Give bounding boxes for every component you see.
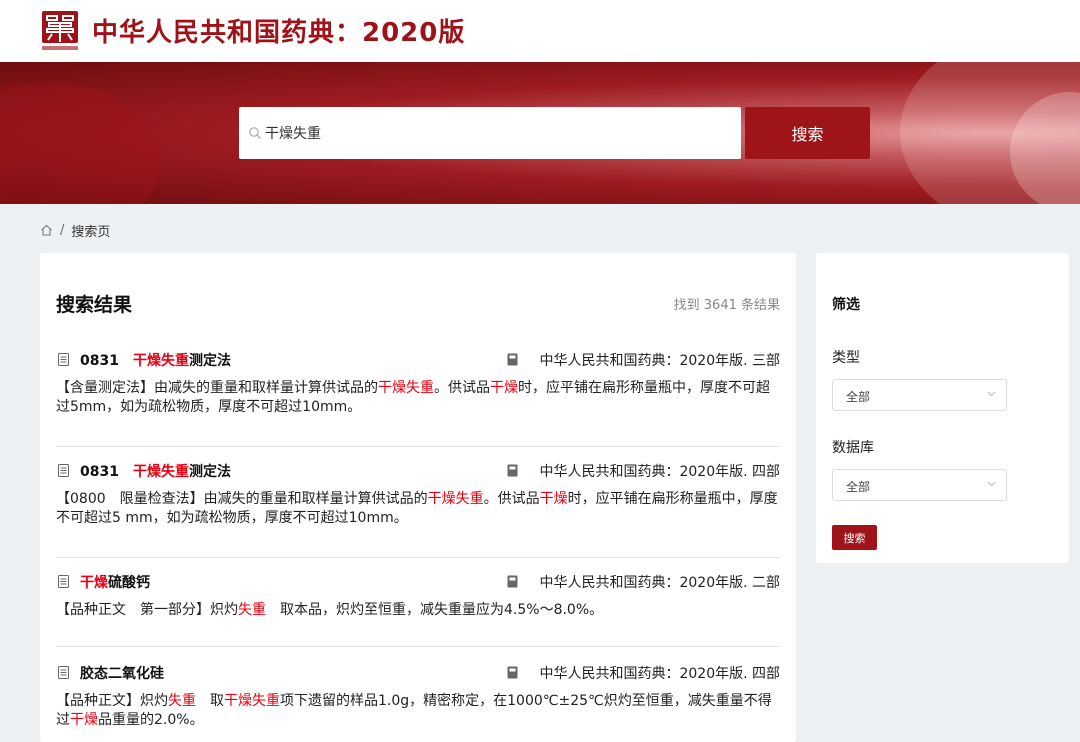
snippet-text: 取 — [196, 693, 224, 709]
snippet-text: 取本品，炽灼至恒重，减失重量应为4.5%～8.0%。 — [266, 602, 604, 618]
result-item-header: 0831 干燥失重测定法 中华人民共和国药典：2020年版. 三部 — [56, 349, 780, 371]
snippet-text: 【0800 限量检查法】由减失的重量和取样量计算供试品的 — [56, 491, 428, 507]
database-select[interactable]: 全部 — [832, 469, 1007, 501]
result-item-snippet: 【0800 限量检查法】由减失的重量和取样量计算供试品的干燥失重。供试品干燥时，… — [56, 490, 782, 528]
site-title: 中华人民共和国药典：2020版 — [92, 18, 466, 48]
result-item[interactable]: 干燥硫酸钙 中华人民共和国药典：2020年版. 二部【品种正文 第一部分】炽灼失重… — [56, 571, 780, 647]
site-header: 中华人民共和国药典：2020版 — [0, 0, 1080, 62]
book-icon — [507, 575, 518, 588]
highlighted-term: 干燥失重 — [427, 491, 484, 507]
result-item-source[interactable]: 中华人民共和国药典：2020年版. 四部 — [539, 461, 780, 481]
search-box — [239, 107, 741, 159]
highlighted-term: 干燥失重 — [132, 464, 189, 480]
breadcrumb: / 搜索页 — [40, 220, 110, 240]
result-item[interactable]: 0831 干燥失重测定法 中华人民共和国药典：2020年版. 三部 【含量测定法】由减… — [56, 349, 780, 447]
pharmacopoeia-seal-logo-icon[interactable] — [40, 10, 80, 52]
filter-panel: 筛选 类型 全部 数据库 全部 搜索 — [816, 253, 1069, 563]
title-text: 0831 — [80, 464, 119, 480]
title-text: 测定法 — [188, 353, 231, 369]
search-banner: 搜索 — [0, 62, 1080, 204]
chevron-down-icon — [987, 481, 996, 487]
result-item-header: 胶态二氧化硅 中华人民共和国药典：2020年版. 四部 — [56, 662, 780, 684]
book-icon — [507, 353, 518, 366]
result-item-snippet: 【含量测定法】由减失的重量和取样量计算供试品的干燥失重。供试品干燥时，应平铺在扁… — [56, 379, 782, 417]
breadcrumb-separator: / — [60, 222, 65, 238]
snippet-text: 【品种正文】炽灼 — [56, 693, 168, 709]
highlighted-term: 干燥 — [539, 491, 568, 507]
highlighted-term: 干燥失重 — [132, 353, 189, 369]
snippet-text: 品重量的2.0%。 — [98, 712, 204, 728]
highlighted-term: 干燥 — [80, 575, 108, 591]
title-text: 0831 — [80, 353, 119, 369]
chevron-down-icon — [987, 391, 996, 397]
result-item[interactable]: 胶态二氧化硅 中华人民共和国药典：2020年版. 四部 【品种正文】炽灼失重 取干燥… — [56, 662, 780, 742]
title-text: 测定法 — [188, 464, 231, 480]
title-text: 硫酸钙 — [108, 575, 150, 591]
snippet-text: 。供试品 — [434, 380, 490, 396]
document-icon — [58, 666, 69, 679]
search-button[interactable]: 搜索 — [745, 107, 870, 159]
highlighted-term: 干燥失重 — [378, 380, 434, 396]
highlighted-term: 失重 — [168, 693, 196, 709]
result-item-title[interactable]: 0831 干燥失重测定法 — [80, 350, 231, 370]
snippet-text: 【品种正文 第一部分】炽灼 — [56, 602, 238, 618]
result-item-title[interactable]: 0831 干燥失重测定法 — [80, 461, 231, 481]
result-item-title[interactable]: 胶态二氧化硅 — [80, 663, 164, 683]
highlighted-term: 干燥 — [490, 380, 518, 396]
result-item[interactable]: 0831 干燥失重测定法 中华人民共和国药典：2020年版. 四部 【0800 限量检… — [56, 460, 780, 558]
result-item-header: 0831 干燥失重测定法 中华人民共和国药典：2020年版. 四部 — [56, 460, 780, 482]
result-item-source[interactable]: 中华人民共和国药典：2020年版. 四部 — [539, 663, 780, 683]
title-text: 胶态二氧化硅 — [80, 666, 164, 682]
highlighted-term: 干燥失重 — [224, 693, 280, 709]
document-icon — [58, 575, 69, 588]
results-count: 找到 3641 条结果 — [673, 298, 780, 313]
book-icon — [507, 464, 518, 477]
home-icon[interactable] — [40, 224, 53, 236]
result-item-title[interactable]: 干燥硫酸钙 — [80, 572, 150, 592]
type-filter-label: 类型 — [832, 350, 860, 366]
type-select-value: 全部 — [846, 390, 871, 404]
database-filter-label: 数据库 — [832, 440, 874, 456]
result-item-source[interactable]: 中华人民共和国药典：2020年版. 三部 — [539, 350, 780, 370]
book-icon — [507, 666, 518, 679]
result-item-source[interactable]: 中华人民共和国药典：2020年版. 二部 — [539, 572, 780, 592]
result-item-snippet: 【品种正文】炽灼失重 取干燥失重项下遗留的样品1.0g，精密称定，在1000℃±… — [56, 692, 782, 730]
breadcrumb-current: 搜索页 — [71, 224, 111, 240]
highlighted-term: 失重 — [238, 602, 266, 618]
type-select[interactable]: 全部 — [832, 379, 1007, 411]
filter-search-button[interactable]: 搜索 — [832, 525, 877, 550]
document-icon — [58, 353, 69, 366]
results-title: 搜索结果 — [56, 294, 133, 316]
results-panel: 搜索结果 找到 3641 条结果 0831 干燥失重测定法 中华人民共和国药典：20… — [40, 253, 796, 742]
result-item-header: 干燥硫酸钙 中华人民共和国药典：2020年版. 二部 — [56, 571, 780, 593]
filter-title: 筛选 — [832, 297, 860, 313]
search-icon — [249, 127, 261, 139]
snippet-text: 【含量测定法】由减失的重量和取样量计算供试品的 — [56, 380, 378, 396]
search-input[interactable] — [265, 107, 725, 159]
snippet-text: 。供试品 — [483, 491, 540, 507]
result-item-snippet: 【品种正文 第一部分】炽灼失重 取本品，炽灼至恒重，减失重量应为4.5%～8.0… — [56, 601, 782, 620]
document-icon — [58, 464, 69, 477]
highlighted-term: 干燥 — [70, 712, 98, 728]
database-select-value: 全部 — [846, 480, 871, 494]
